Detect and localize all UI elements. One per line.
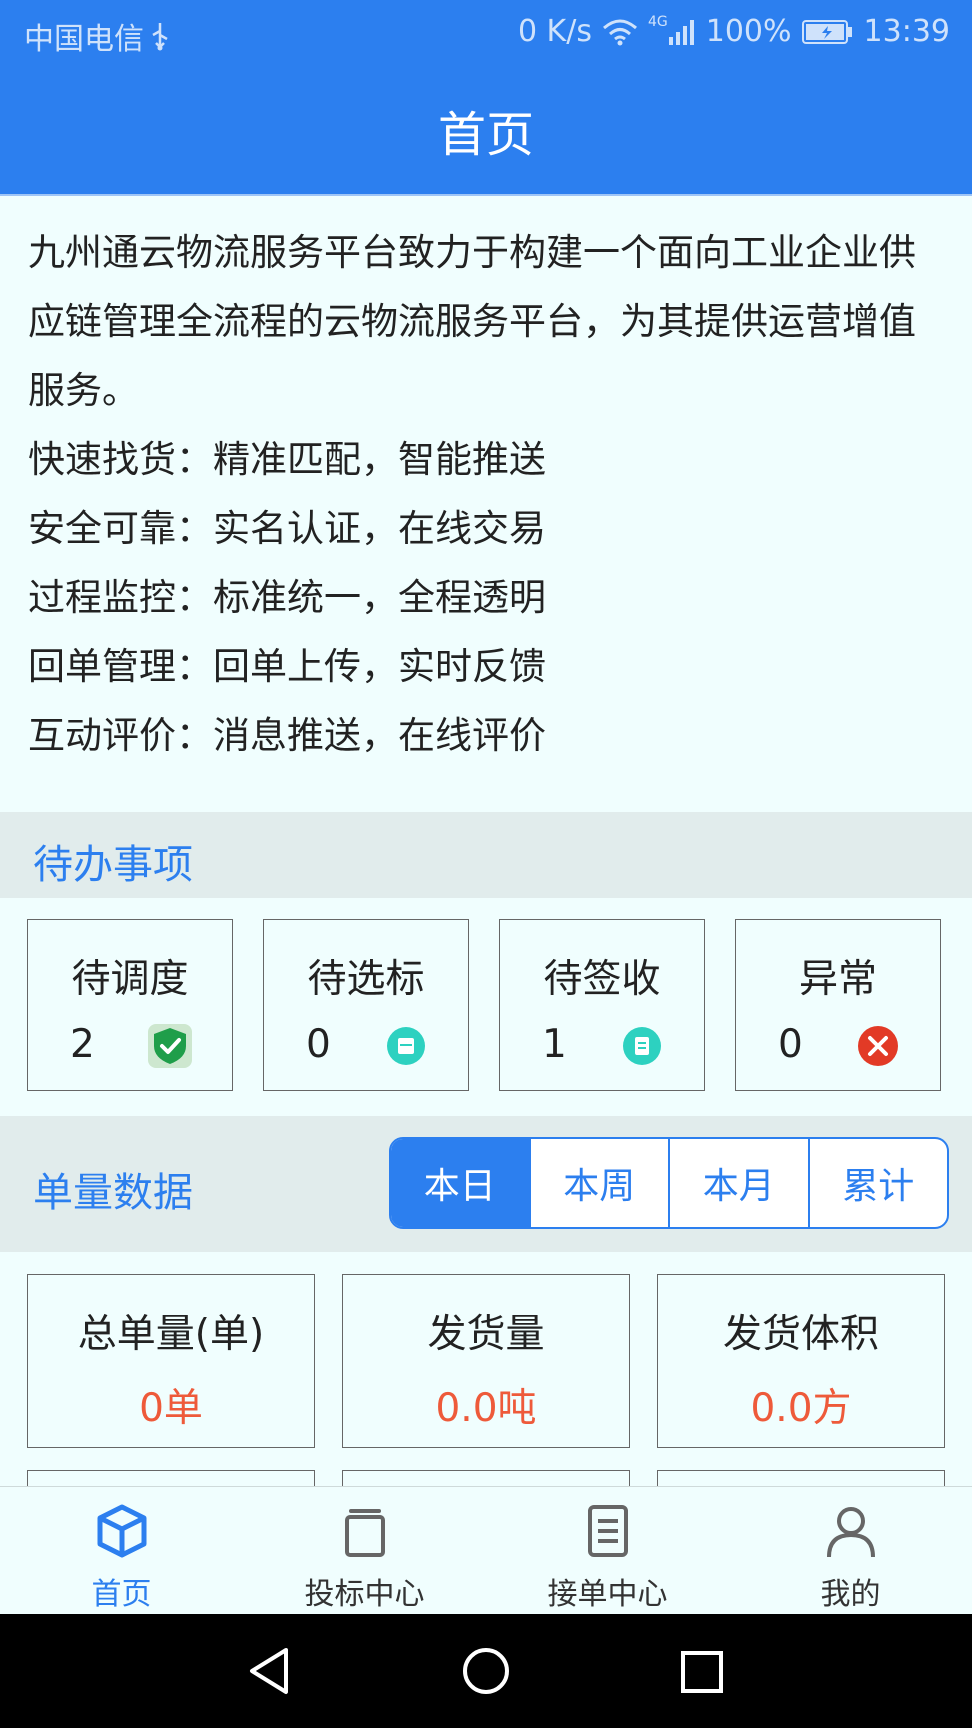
home-circle-icon[interactable] (462, 1646, 510, 1700)
todo-count: 2 (70, 1022, 95, 1067)
check-shield-icon (148, 1024, 192, 1072)
tab-label: 首页 (91, 1577, 152, 1612)
tab-mine[interactable]: 我的 (729, 1487, 972, 1615)
stat-label: 总单量(单) (77, 1312, 265, 1357)
tab-bid-center[interactable]: 投标中心 (243, 1487, 486, 1615)
stat-card-total-orders: 总单量(单) 0单 (27, 1274, 315, 1448)
stat-label: 发货体积 (722, 1312, 879, 1357)
close-circle-icon (856, 1024, 900, 1072)
stat-value: 0单 (139, 1386, 203, 1431)
todo-card-bid-select[interactable]: 待选标 0 (263, 919, 469, 1091)
todo-label: 待调度 (71, 957, 189, 1002)
volume-title: 单量数据 (33, 1170, 193, 1216)
tab-order-center[interactable]: 接单中心 (486, 1487, 729, 1615)
todo-card-dispatch[interactable]: 待调度 2 (27, 919, 233, 1091)
document-icon (620, 1024, 664, 1072)
tab-label: 接单中心 (547, 1577, 668, 1612)
todo-card-sign[interactable]: 待签收 1 (499, 919, 705, 1091)
intro-paragraph: 九州通云物流服务平台致力于构建一个面向工业企业供应链管理全流程的云物流服务平台，… (28, 231, 916, 412)
cube-icon (94, 1503, 150, 1563)
tab-label: 我的 (820, 1577, 881, 1612)
wifi-icon (602, 18, 638, 46)
todo-count: 0 (306, 1022, 331, 1067)
person-icon (823, 1503, 879, 1563)
app-header: 首页 (0, 66, 972, 196)
carrier-label: 中国电信 (24, 22, 144, 57)
system-nav-bar (0, 1614, 972, 1728)
stat-value: 0.0吨 (435, 1386, 537, 1431)
todo-label: 异常 (798, 957, 877, 1002)
feature-line: 快速找货：精准匹配，智能推送 (28, 438, 546, 481)
status-bar: 中国电信 0 K/s 4G 100% 13:39 (0, 0, 972, 66)
stat-value: 0.0方 (750, 1386, 852, 1431)
network-type: 4G (647, 13, 668, 30)
stack-icon (337, 1503, 393, 1563)
signal-icon: 4G (648, 14, 696, 45)
stat-label: 发货量 (427, 1312, 545, 1357)
feature-line: 互动评价：消息推送，在线评价 (28, 714, 546, 757)
battery-icon (801, 19, 854, 45)
usb-icon (150, 21, 170, 51)
period-month-button[interactable]: 本月 (668, 1139, 808, 1227)
period-total-button[interactable]: 累计 (807, 1139, 948, 1227)
battery-percent: 100% (705, 14, 792, 49)
todo-label: 待选标 (307, 957, 425, 1002)
tab-label: 投标中心 (304, 1577, 425, 1612)
stat-card-shipment-weight: 发货量 0.0吨 (342, 1274, 630, 1448)
todo-label: 待签收 (543, 957, 661, 1002)
box-icon (384, 1024, 428, 1072)
feature-line: 安全可靠：实名认证，在线交易 (28, 507, 546, 550)
feature-line: 过程监控：标准统一，全程透明 (28, 576, 546, 619)
period-week-button[interactable]: 本周 (528, 1139, 669, 1227)
todo-section-header: 待办事项 (0, 812, 972, 898)
list-document-icon (580, 1503, 636, 1563)
todo-count: 1 (542, 1022, 567, 1067)
recents-square-icon[interactable] (680, 1646, 724, 1700)
todo-card-exception[interactable]: 异常 0 (735, 919, 941, 1091)
period-today-button[interactable]: 本日 (391, 1139, 529, 1227)
feature-line: 回单管理：回单上传，实时反馈 (28, 645, 546, 688)
net-speed: 0 K/s (517, 14, 592, 49)
page-title: 首页 (437, 107, 534, 163)
clock: 13:39 (863, 14, 950, 49)
period-segmented-control[interactable]: 本日 本周 本月 累计 (389, 1137, 949, 1229)
stat-card-shipment-volume: 发货体积 0.0方 (657, 1274, 945, 1448)
todo-count: 0 (778, 1022, 803, 1067)
back-icon[interactable] (246, 1646, 292, 1700)
intro-section: 九州通云物流服务平台致力于构建一个面向工业企业供应链管理全流程的云物流服务平台，… (28, 218, 948, 770)
bottom-tab-bar: 首页 投标中心 接单中心 我的 (0, 1486, 972, 1615)
tab-home[interactable]: 首页 (0, 1487, 243, 1615)
todo-title: 待办事项 (33, 842, 193, 888)
